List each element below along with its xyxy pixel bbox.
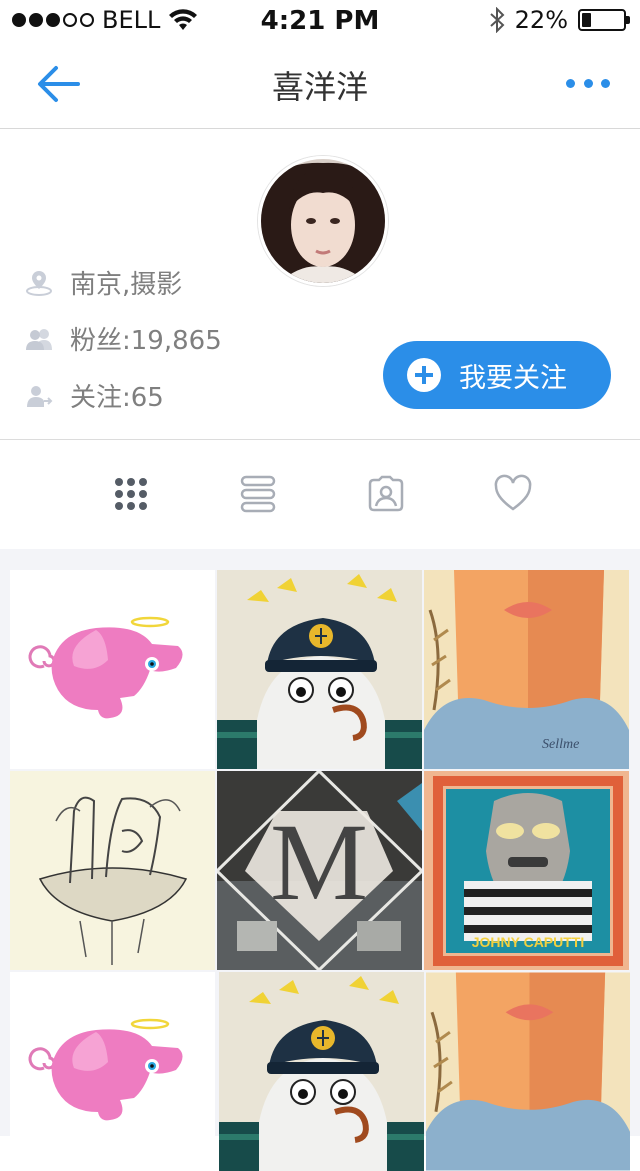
girl-portrait-image: Sellme (424, 570, 629, 769)
sailor-image (217, 570, 422, 769)
photo-tile[interactable]: M (217, 771, 422, 970)
fans-row: 粉丝:19,865 (24, 320, 222, 357)
battery-percent: 22% (514, 6, 568, 34)
avatar-image (261, 159, 385, 283)
elephant-image (10, 972, 215, 1171)
following-count: 关注:65 (70, 383, 164, 413)
battery-level (582, 13, 591, 27)
list-tab[interactable] (238, 474, 278, 514)
photo-tile[interactable] (217, 570, 422, 769)
photo-tile[interactable]: Sellme (424, 570, 629, 769)
bluetooth-icon (489, 7, 505, 33)
avatar[interactable] (258, 156, 388, 286)
grid-tab[interactable] (111, 474, 151, 514)
letter-m-image: M (217, 771, 422, 970)
more-dot-icon (583, 78, 593, 88)
follow-button[interactable]: 我要关注 (383, 341, 611, 409)
status-bar: BELL 4:21 PM 22% (0, 0, 640, 40)
more-options-button[interactable] (566, 68, 610, 98)
location-row: 南京,摄影 (24, 264, 182, 301)
follow-button-label: 我要关注 (459, 362, 567, 394)
location-pin-icon (26, 270, 52, 296)
photo-tile[interactable] (219, 972, 424, 1171)
framed-character-caption: JOHNY CAPUTTI (472, 934, 585, 950)
battery-icon (578, 9, 630, 31)
girl-portrait-image (426, 972, 630, 1171)
more-dot-icon (566, 78, 575, 88)
portrait-tab[interactable] (366, 474, 406, 514)
photo-tile[interactable]: JOHNY CAPUTTI (424, 771, 629, 970)
more-dot-icon (601, 78, 610, 88)
status-right: 22% (489, 6, 630, 34)
following-row: 关注:65 (24, 377, 164, 414)
content-tabs (0, 440, 640, 548)
photo-tile[interactable] (426, 972, 630, 1171)
following-icon (27, 385, 53, 407)
sailor-image (219, 972, 424, 1171)
photo-tile[interactable] (10, 972, 215, 1171)
likes-tab[interactable] (493, 474, 533, 514)
photo-grid-area: Sellme M JOHNY CAPUTTI (0, 549, 640, 1171)
fans-icon (26, 328, 52, 350)
plus-icon (407, 358, 441, 392)
page-title: 喜洋洋 (271, 68, 368, 106)
photo-tile[interactable] (10, 771, 215, 970)
photo-tile[interactable] (10, 570, 215, 769)
nav-bar: 喜洋洋 (0, 40, 640, 129)
tree-island-image (10, 771, 215, 970)
svg-text:Sellme: Sellme (542, 737, 579, 752)
svg-text:M: M (270, 801, 368, 923)
location-text: 南京,摄影 (70, 270, 183, 300)
fans-count: 粉丝:19,865 (70, 326, 222, 356)
elephant-image (10, 570, 215, 769)
profile-section: 南京,摄影 粉丝:19,865 关注:65 我要关注 (0, 129, 640, 440)
framed-character-image: JOHNY CAPUTTI (424, 771, 629, 970)
